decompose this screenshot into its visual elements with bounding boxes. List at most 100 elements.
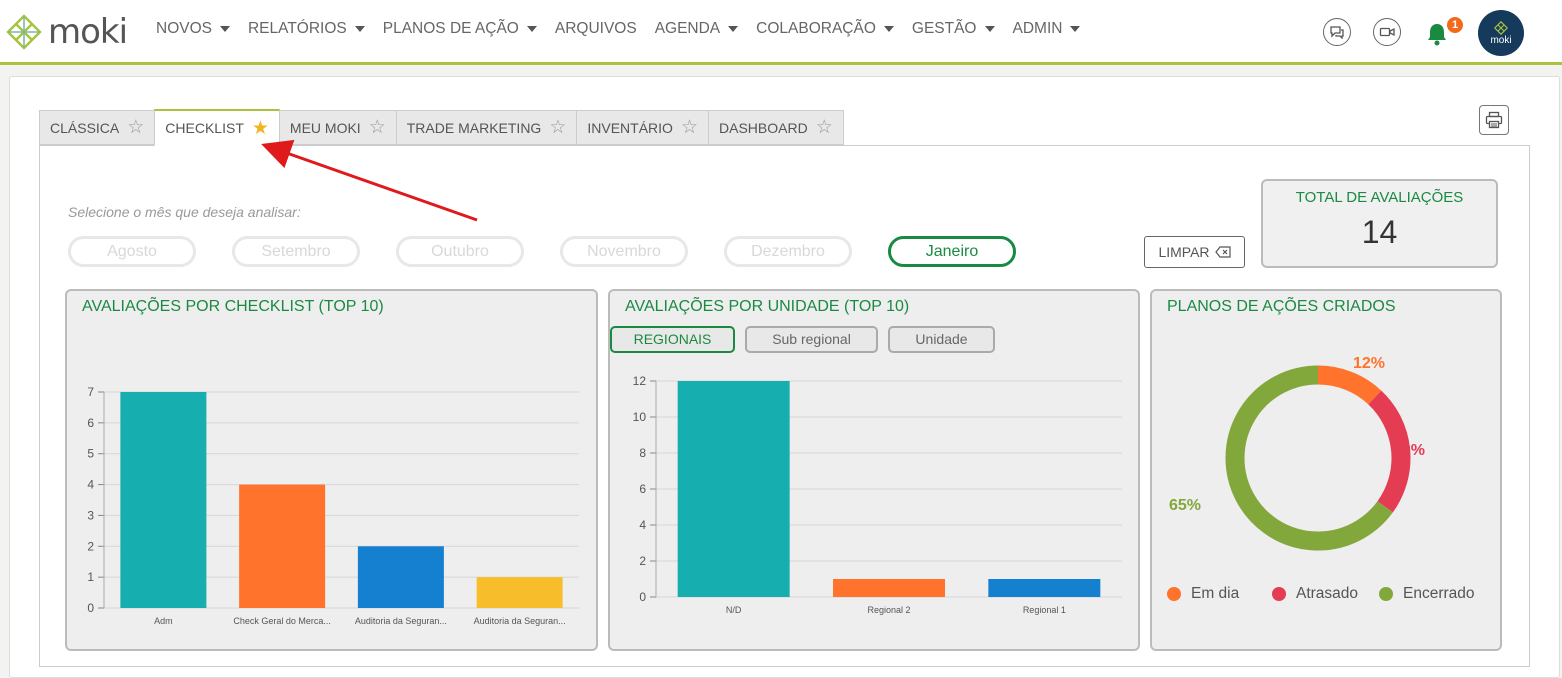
y-tick-label: 0: [639, 590, 646, 604]
star-icon[interactable]: ☆: [816, 116, 833, 139]
nav-item-6[interactable]: GESTÃO: [912, 20, 995, 38]
y-tick-label: 10: [633, 410, 647, 424]
unit-filter-0[interactable]: REGIONAIS: [610, 326, 735, 353]
chat-icon[interactable]: [1323, 18, 1351, 46]
unit-filter-1[interactable]: Sub regional: [745, 326, 878, 353]
checklist-chart-title: AVALIAÇÕES POR CHECKLIST (TOP 10): [82, 298, 384, 315]
legend-item-2[interactable]: Encerrado: [1379, 585, 1475, 603]
logo-lattice-icon: [6, 14, 42, 50]
nav-label: AGENDA: [654, 20, 721, 37]
nav-item-5[interactable]: COLABORAÇÃO: [756, 20, 894, 38]
nav-label: GESTÃO: [911, 20, 977, 37]
backspace-icon: [1214, 246, 1231, 258]
total-value: 14: [1361, 214, 1398, 250]
nav-item-3[interactable]: ARQUIVOS: [555, 20, 637, 38]
y-tick-label: 12: [633, 374, 647, 388]
legend-label: Em dia: [1191, 585, 1240, 602]
legend-dot: [1167, 587, 1181, 601]
action-plans-donut: 12% 23% 65%: [1169, 355, 1425, 551]
nav-item-2[interactable]: PLANOS DE AÇÃO: [383, 20, 537, 38]
video-call-icon[interactable]: [1373, 18, 1401, 46]
y-tick-label: 6: [87, 416, 94, 430]
nav-label: PLANOS DE AÇÃO: [382, 20, 519, 37]
legend-dot: [1272, 587, 1286, 601]
legend-dot: [1379, 587, 1393, 601]
month-button-0[interactable]: Agosto: [68, 236, 196, 267]
tab-label: TRADE MARKETING: [406, 119, 542, 136]
x-tick-label: Regional 1: [1023, 605, 1066, 615]
slice-value-label: 23%: [1393, 442, 1425, 459]
brand-name: moki: [48, 12, 128, 52]
caret-down-icon: [1070, 26, 1081, 32]
tab-0[interactable]: CLÁSSICA ☆: [39, 110, 156, 145]
y-tick-label: 5: [87, 447, 94, 461]
tab-label: CLÁSSICA: [50, 119, 120, 136]
y-tick-label: 0: [87, 601, 94, 615]
avatar[interactable]: moki: [1478, 10, 1524, 56]
bar-0[interactable]: [677, 381, 790, 597]
y-tick-label: 2: [639, 554, 646, 568]
nav-label: ADMIN: [1012, 20, 1063, 37]
y-tick-label: 6: [639, 482, 646, 496]
month-button-1[interactable]: Setembro: [232, 236, 360, 267]
unit-filter-2[interactable]: Unidade: [888, 326, 995, 353]
slice-value-label: 12%: [1353, 355, 1385, 372]
star-icon[interactable]: ☆: [681, 116, 698, 139]
bar-1[interactable]: [239, 484, 326, 608]
bar-3[interactable]: [476, 577, 563, 608]
top-navbar: moki NOVOS RELATÓRIOS PLANOS DE AÇÃO ARQUIV…: [0, 0, 1562, 65]
x-tick-label: N/D: [726, 605, 742, 615]
tab-5[interactable]: DASHBOARD ☆: [708, 110, 844, 145]
tab-label: MEU MOKI: [289, 119, 361, 136]
checklist-chart-card: AVALIAÇÕES POR CHECKLIST (TOP 10) 0 1 2 3 4 5…: [65, 289, 598, 651]
month-button-4[interactable]: Dezembro: [724, 236, 852, 267]
x-tick-label: Auditoria da Seguran...: [355, 616, 447, 626]
y-tick-label: 3: [87, 508, 94, 522]
nav-item-1[interactable]: RELATÓRIOS: [248, 20, 365, 38]
slice-0[interactable]: [1317, 365, 1382, 405]
y-tick-label: 8: [639, 446, 646, 460]
bar-0[interactable]: [120, 392, 207, 608]
tab-4[interactable]: INVENTÁRIO ☆: [576, 110, 709, 145]
nav-label: NOVOS: [156, 20, 212, 37]
avatar-label: moki: [1490, 34, 1512, 46]
print-button[interactable]: [1479, 105, 1509, 135]
nav-item-7[interactable]: ADMIN: [1013, 20, 1081, 38]
month-button-2[interactable]: Outubro: [396, 236, 524, 267]
clear-button[interactable]: LIMPAR: [1144, 236, 1245, 268]
y-tick-label: 4: [87, 478, 94, 492]
nav-item-4[interactable]: AGENDA: [654, 20, 739, 38]
legend-item-1[interactable]: Atrasado: [1272, 585, 1358, 603]
bar-2[interactable]: [988, 579, 1101, 597]
nav-label: RELATÓRIOS: [247, 20, 347, 37]
checklist-bar-chart: 0 1 2 3 4 5 6 7 Adm Check Geral do Merca... Audito…: [87, 385, 579, 626]
star-icon[interactable]: ☆: [127, 116, 144, 139]
slice-2[interactable]: [1225, 365, 1393, 551]
bell-icon[interactable]: [1426, 22, 1448, 51]
bar-1[interactable]: [833, 579, 945, 597]
tab-label: DASHBOARD: [719, 119, 808, 136]
y-tick-label: 2: [87, 539, 94, 553]
main-nav: NOVOS RELATÓRIOS PLANOS DE AÇÃO ARQUIVOS AGE…: [156, 20, 1098, 38]
bar-2[interactable]: [357, 546, 444, 608]
tab-label: INVENTÁRIO: [587, 119, 673, 136]
total-evaluations-card: TOTAL DE AVALIAÇÕES 14: [1261, 179, 1498, 268]
legend-item-0[interactable]: Em dia: [1167, 585, 1239, 603]
caret-down-icon: [354, 26, 365, 32]
nav-label: COLABORAÇÃO: [756, 20, 876, 37]
legend-label: Atrasado: [1296, 585, 1359, 602]
unit-chart-title: AVALIAÇÕES POR UNIDADE (TOP 10): [625, 298, 910, 315]
nav-label: ARQUIVOS: [554, 20, 637, 37]
moki-logo[interactable]: moki: [6, 12, 128, 52]
printer-icon: [1485, 111, 1503, 129]
notification-badge: 1: [1447, 17, 1463, 33]
x-tick-label: Auditoria da Seguran...: [474, 616, 566, 626]
total-label: TOTAL DE AVALIAÇÕES: [1295, 189, 1464, 206]
month-button-5[interactable]: Janeiro: [888, 236, 1016, 267]
x-tick-label: Adm: [154, 616, 173, 626]
star-icon[interactable]: ☆: [549, 116, 566, 139]
nav-item-0[interactable]: NOVOS: [156, 20, 230, 38]
x-tick-label: Check Geral do Merca...: [233, 616, 331, 626]
action-plans-title: PLANOS DE AÇÕES CRIADOS: [1167, 298, 1396, 315]
month-button-3[interactable]: Novembro: [560, 236, 688, 267]
